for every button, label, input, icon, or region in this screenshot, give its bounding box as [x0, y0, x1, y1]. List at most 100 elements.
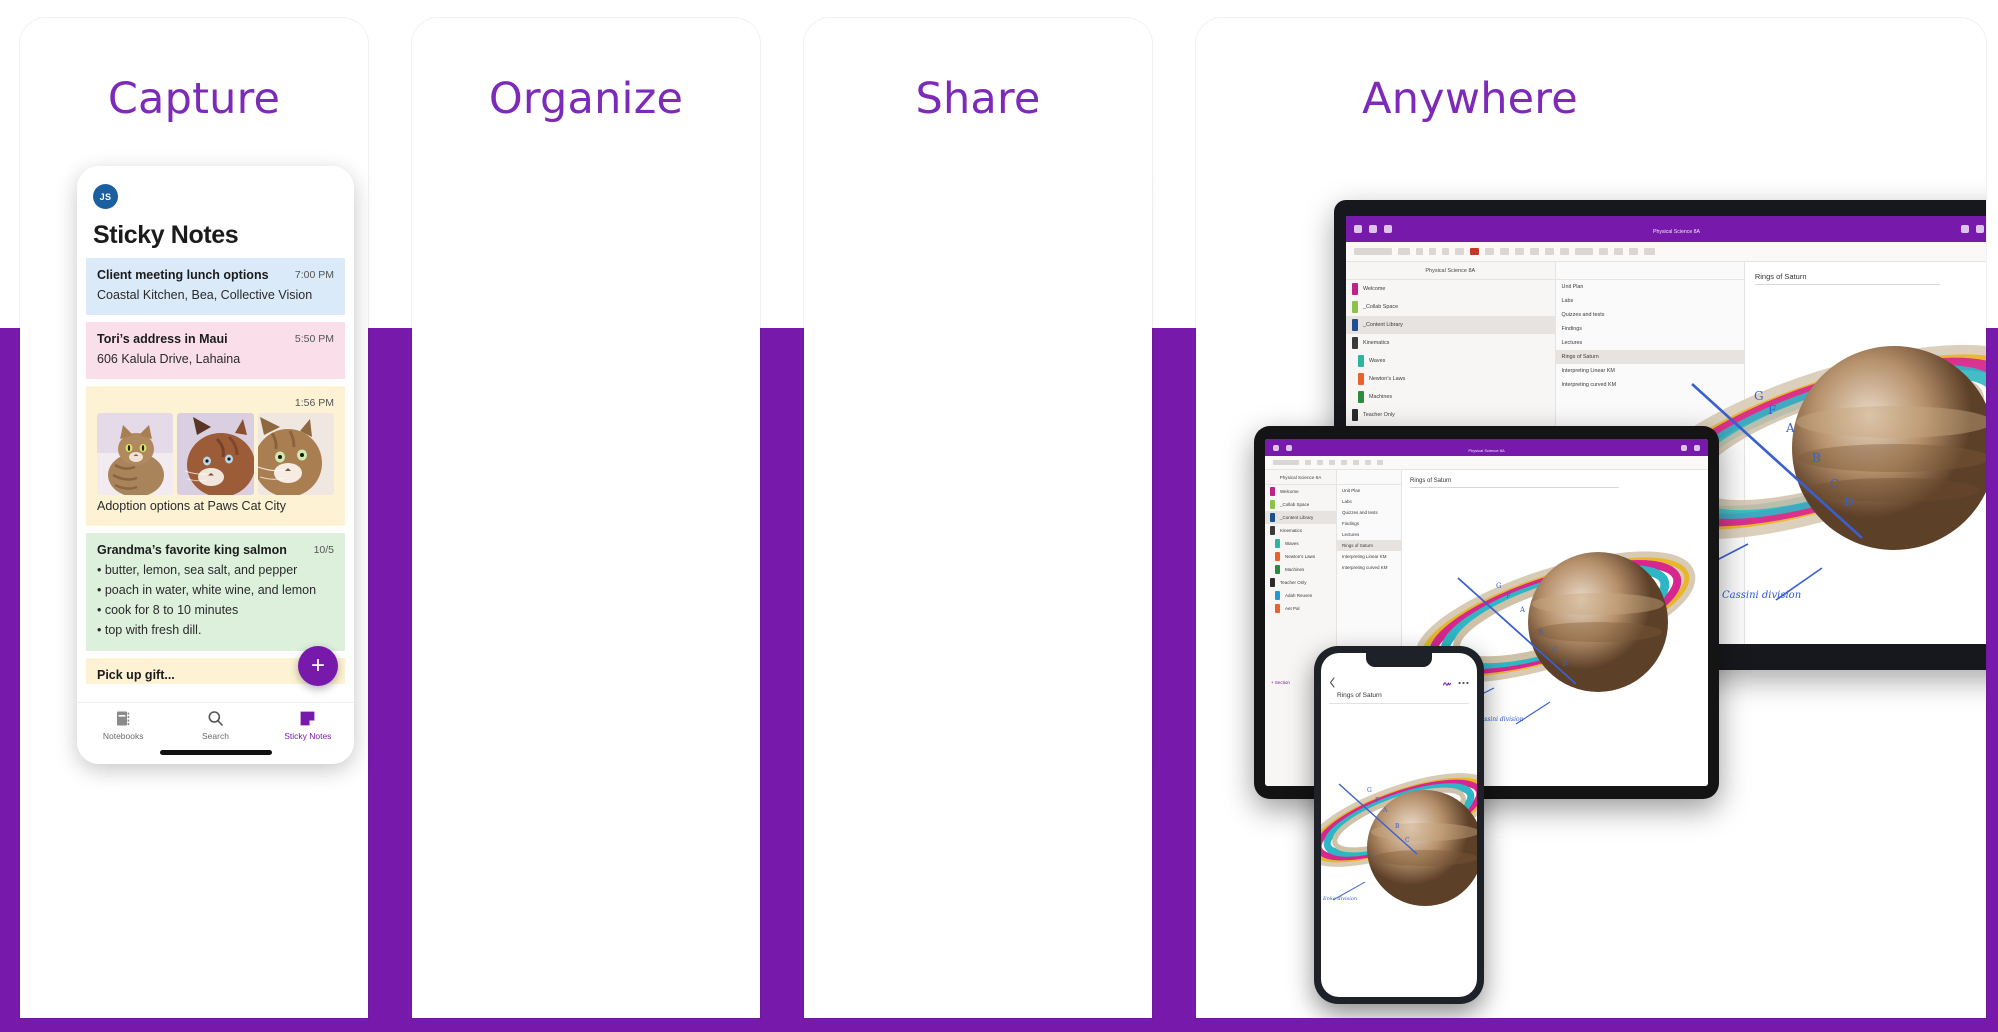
page-title: Rings of Saturn: [1410, 478, 1619, 488]
page-item-labs[interactable]: Labs: [1337, 496, 1401, 507]
undo-icon[interactable]: [1286, 444, 1292, 451]
help-button[interactable]: [1614, 248, 1623, 255]
sidebar-item-machines[interactable]: Machines: [1265, 563, 1336, 576]
back-chevron-icon[interactable]: [1329, 677, 1336, 688]
font-size-select[interactable]: [1398, 248, 1410, 255]
avatar[interactable]: JS: [93, 184, 118, 209]
more-options-icon[interactable]: [1458, 681, 1469, 685]
sidebar-item-waves[interactable]: Waves: [1346, 352, 1555, 370]
page-item-label: Interpreting Linear KM: [1561, 368, 1615, 374]
tab-notebooks[interactable]: Notebooks: [77, 710, 169, 741]
page-group-lectures[interactable]: Lectures: [1337, 529, 1401, 540]
bold-button[interactable]: [1416, 248, 1423, 255]
cat-photo-strip: [97, 412, 334, 495]
list-item[interactable]: 1:56 PM Adoption options at Paws Cat Cit…: [86, 385, 345, 526]
bullets-button[interactable]: [1341, 460, 1347, 465]
sidebar-item-waves[interactable]: Waves: [1265, 537, 1336, 550]
outdent-button[interactable]: [1530, 248, 1539, 255]
italic-button[interactable]: [1429, 248, 1436, 255]
page-item-linear-km[interactable]: Interpreting Linear KM: [1337, 551, 1401, 562]
svg-text:C: C: [1552, 646, 1557, 654]
search-icon[interactable]: [1273, 444, 1279, 451]
svg-text:G: G: [1367, 787, 1372, 794]
page-item-rings-of-saturn[interactable]: Rings of Saturn: [1336, 540, 1401, 551]
page-item-label: Labs: [1341, 499, 1352, 504]
sidebar-group-teacher-only[interactable]: Teacher Only: [1346, 406, 1555, 424]
star-tag-button[interactable]: [1599, 248, 1608, 255]
numbering-button[interactable]: [1500, 248, 1509, 255]
page-item-unit-plan[interactable]: Unit Plan: [1337, 485, 1401, 496]
font-name-select[interactable]: [1273, 460, 1299, 465]
sidebar-item-welcome[interactable]: Welcome: [1265, 485, 1336, 498]
onenote-ribbon-tablet: Physical Science 8A: [1265, 439, 1708, 456]
section-color-swatch: [1352, 283, 1358, 295]
svg-text:A: A: [1382, 807, 1388, 814]
section-color-swatch: [1352, 301, 1358, 313]
sidebar-item-newtons-laws[interactable]: Newton’s Laws: [1265, 550, 1336, 563]
ink-pen-icon[interactable]: [1442, 678, 1451, 687]
highlight-button[interactable]: [1455, 248, 1464, 255]
svg-text:F: F: [1375, 797, 1379, 804]
section-color-swatch: [1352, 337, 1358, 349]
svg-text:C: C: [1830, 477, 1839, 491]
cat-photo: [177, 412, 254, 495]
page-item-label: Rings of Saturn: [1341, 543, 1373, 548]
numbering-button[interactable]: [1353, 460, 1359, 465]
svg-text:C: C: [1405, 837, 1410, 844]
gear-icon[interactable]: [1681, 444, 1687, 451]
font-color-button[interactable]: [1470, 248, 1479, 255]
underline-button[interactable]: [1329, 460, 1335, 465]
list-item[interactable]: Client meeting lunch options 7:00 PM Coa…: [86, 258, 345, 315]
search-icon[interactable]: [1354, 225, 1362, 233]
todo-tag-button[interactable]: [1365, 460, 1371, 465]
tab-sticky-notes[interactable]: Sticky Notes: [262, 710, 354, 741]
sticky-note-icon: [299, 710, 316, 727]
indent-button[interactable]: [1515, 248, 1524, 255]
page-item-label: Interpreting Linear KM: [1341, 554, 1387, 559]
list-item[interactable]: Tori’s address in Maui 5:50 PM 606 Kalul…: [86, 321, 345, 379]
page-item-curved-km[interactable]: Interpreting curved KM: [1337, 562, 1401, 573]
italic-button[interactable]: [1317, 460, 1323, 465]
add-note-button[interactable]: +: [298, 646, 338, 686]
section-color-swatch: [1352, 409, 1358, 421]
note-timestamp: 5:50 PM: [294, 332, 334, 345]
bold-button[interactable]: [1305, 460, 1311, 465]
underline-button[interactable]: [1442, 248, 1449, 255]
svg-text:B: B: [1538, 628, 1543, 636]
redo-icon[interactable]: [1384, 225, 1392, 233]
section-color-swatch: [1270, 578, 1275, 587]
note-timestamp: 10/5: [313, 544, 334, 556]
sidebar-item-aet-pal[interactable]: Aet Pal: [1265, 602, 1336, 615]
sidebar-item-content-library[interactable]: _Content Library: [1265, 511, 1336, 524]
page-item-quizzes[interactable]: Quizzes and tests: [1337, 507, 1401, 518]
sidebar-group-teacher-only[interactable]: Teacher Only: [1265, 576, 1336, 589]
page-item-findings[interactable]: Findings: [1337, 518, 1401, 529]
sidebar-item-machines[interactable]: Machines: [1346, 388, 1555, 406]
svg-text:A: A: [1519, 606, 1526, 614]
sidebar-item-content-library[interactable]: _Content Library: [1346, 316, 1555, 334]
sidebar-item-collab-space[interactable]: _Collab Space: [1265, 498, 1336, 511]
page-item-label: Quizzes and tests: [1561, 312, 1605, 318]
sidebar-group-kinematics[interactable]: Kinematics: [1265, 524, 1336, 537]
sidebar-item-welcome[interactable]: Welcome: [1346, 280, 1555, 298]
device-showcase: Physical Science 8A Physical Science 8A …: [1196, 18, 1986, 1018]
sidebar-item-collab-space[interactable]: _Collab Space: [1346, 298, 1555, 316]
expand-icon[interactable]: [1694, 444, 1700, 451]
styles-button[interactable]: [1560, 248, 1569, 255]
list-item[interactable]: Grandma’s favorite king salmon 10/5 • bu…: [86, 533, 345, 652]
undo-icon[interactable]: [1369, 225, 1377, 233]
align-button[interactable]: [1545, 248, 1554, 255]
star-tag-button[interactable]: [1377, 460, 1383, 465]
svg-text:G: G: [1496, 582, 1502, 590]
sidebar-group-kinematics[interactable]: Kinematics: [1346, 334, 1555, 352]
sidebar-item-newtons-laws[interactable]: Newton’s Laws: [1346, 370, 1555, 388]
page-title: Rings of Saturn: [1329, 690, 1469, 704]
todo-tag-button[interactable]: [1575, 248, 1593, 255]
sidebar-item-adah-reuven[interactable]: Adah Reuven: [1265, 589, 1336, 602]
cat-photo: [97, 412, 174, 495]
note-body: Coastal Kitchen, Bea, Collective Vision: [97, 287, 313, 302]
bullets-button[interactable]: [1485, 248, 1494, 255]
font-name-select[interactable]: [1354, 248, 1392, 255]
tab-search[interactable]: Search: [169, 710, 261, 741]
tab-label: Notebooks: [102, 731, 144, 741]
